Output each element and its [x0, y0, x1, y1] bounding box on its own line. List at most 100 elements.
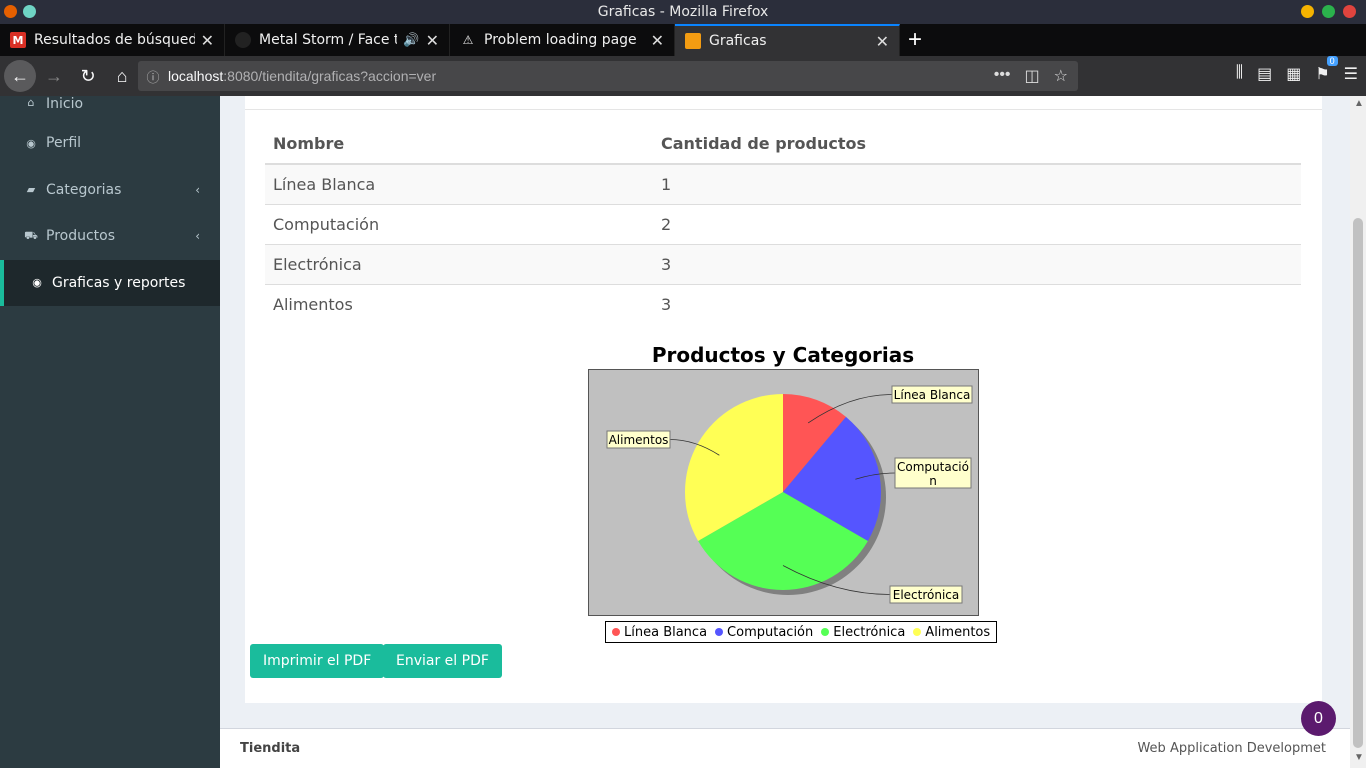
cell-nombre: Electrónica: [265, 243, 653, 284]
report-panel: Nombre Cantidad de productos Línea Blanc…: [245, 110, 1322, 703]
legend-label: Alimentos: [925, 624, 991, 640]
chat-badge[interactable]: 0: [1301, 701, 1336, 736]
table-header-row: Nombre Cantidad de productos: [265, 124, 1301, 165]
book-icon: ▰: [26, 183, 36, 197]
url-host: localhost: [168, 68, 224, 84]
sidebar-toggle-icon[interactable]: ▤: [1257, 64, 1272, 84]
minimize-icon[interactable]: [1301, 5, 1314, 18]
categories-table: Nombre Cantidad de productos Línea Blanc…: [265, 124, 1301, 324]
legend-item: Electrónica: [821, 625, 905, 640]
home-icon: ⌂: [27, 96, 35, 109]
column-header-cantidad: Cantidad de productos: [653, 124, 1301, 165]
maximize-icon[interactable]: [1322, 5, 1335, 18]
legend-label: Computación: [727, 624, 814, 640]
gmail-icon: M: [10, 32, 26, 48]
close-window-icon[interactable]: [1343, 5, 1356, 18]
sidebar-item-label: Productos: [46, 228, 116, 245]
sidebar: ⌂ Inicio ◉ Perfil ▰ Categorias ‹ ⛟ Produ…: [0, 96, 220, 768]
tab-gmail[interactable]: M Resultados de búsqueda - ✕: [0, 24, 225, 56]
url-bar[interactable]: ⓘ localhost:8080/tiendita/graficas?accio…: [138, 61, 1078, 91]
sidebar-item-label: Perfil: [46, 135, 82, 152]
site-favicon: [685, 33, 701, 49]
tab-metal-storm[interactable]: Metal Storm / Face the S 🔊 ✕: [225, 24, 450, 56]
print-pdf-button[interactable]: Imprimir el PDF: [250, 644, 385, 678]
menu-icon[interactable]: ☰: [1344, 64, 1358, 84]
send-pdf-button[interactable]: Enviar el PDF: [383, 644, 502, 678]
chart-title: Productos y Categorias: [651, 343, 915, 367]
window-titlebar: Graficas - Mozilla Firefox: [0, 0, 1366, 24]
tab-strip: M Resultados de búsqueda - ✕ Metal Storm…: [0, 24, 1366, 56]
scroll-up-icon[interactable]: ▲: [1354, 98, 1364, 109]
bookmark-star-icon[interactable]: ☆: [1054, 66, 1068, 86]
reload-button[interactable]: ↻: [72, 60, 104, 92]
legend-swatch: [715, 628, 724, 636]
page-actions-icon[interactable]: •••: [994, 66, 1011, 86]
close-tab-icon[interactable]: ✕: [426, 31, 439, 50]
tab-label: Resultados de búsqueda -: [34, 32, 195, 48]
cell-nombre: Línea Blanca: [265, 163, 653, 204]
sidebar-item-graficas[interactable]: ◉ Graficas y reportes: [0, 259, 220, 306]
column-header-nombre: Nombre: [265, 124, 653, 165]
footer-text: Web Application Developmet: [1137, 741, 1326, 756]
legend-label: Electrónica: [833, 624, 906, 640]
footer: Tiendita Web Application Developmet: [220, 728, 1350, 768]
sidebar-item-label: Graficas y reportes: [52, 274, 186, 291]
cell-nombre: Alimentos: [265, 283, 653, 324]
sidebar-item-label: Categorias: [46, 181, 122, 198]
tab-label: Metal Storm / Face the S: [259, 32, 398, 48]
legend-swatch: [612, 628, 620, 636]
scrollbar-thumb[interactable]: [1353, 218, 1363, 748]
new-tab-button[interactable]: +: [900, 24, 930, 56]
slice-label: Alimentos: [609, 433, 669, 447]
firefox-logo-icon: [4, 5, 17, 18]
extension-icon[interactable]: ▦: [1286, 64, 1301, 84]
url-path: :8080/tiendita/graficas?accion=ver: [223, 68, 437, 84]
table-row: Computación 2: [265, 203, 1301, 244]
notification-count: 0: [1326, 56, 1338, 66]
cell-cantidad: 3: [653, 283, 1301, 324]
close-tab-icon[interactable]: ✕: [876, 32, 889, 51]
tab-graficas[interactable]: Graficas ✕: [675, 24, 900, 56]
pie-chart: Línea Blanca Computación Electrónica Alimen…: [588, 369, 979, 616]
close-tab-icon[interactable]: ✕: [651, 31, 664, 50]
cart-icon: ⛟: [24, 228, 38, 242]
chevron-left-icon: ‹: [195, 182, 200, 197]
speaker-icon[interactable]: 🔊: [403, 33, 419, 48]
forward-button[interactable]: →: [38, 60, 70, 92]
tab-problem-loading[interactable]: ⚠ Problem loading page ✕: [450, 24, 675, 56]
user-circle-icon: ◉: [26, 136, 36, 150]
slice-label: Línea Blanca: [894, 388, 971, 402]
page-scrollbar[interactable]: ▲ ▼: [1350, 96, 1366, 768]
sidebar-item-perfil[interactable]: ◉ Perfil: [0, 120, 220, 167]
back-button[interactable]: ←: [4, 60, 36, 92]
info-icon[interactable]: ⓘ: [138, 67, 168, 86]
navigation-bar: ← → ↻ ⌂ ⓘ localhost:8080/tiendita/grafic…: [0, 56, 1366, 96]
legend-item: Línea Blanca: [612, 625, 707, 640]
notification-icon[interactable]: ⚑ 0: [1315, 56, 1338, 84]
legend-label: Línea Blanca: [624, 624, 708, 640]
panel-header: [245, 96, 1322, 110]
metal-storm-icon: [235, 32, 251, 48]
close-tab-icon[interactable]: ✕: [201, 31, 214, 50]
slice-label: Computació: [897, 460, 969, 474]
cell-cantidad: 2: [653, 203, 1301, 244]
scroll-down-icon[interactable]: ▼: [1354, 752, 1364, 763]
chevron-left-icon: ‹: [195, 229, 200, 244]
slice-label: Electrónica: [893, 588, 960, 602]
library-icon[interactable]: ⫼: [1236, 64, 1243, 84]
tab-label: Graficas: [709, 33, 767, 49]
tab-label: Problem loading page: [484, 32, 637, 48]
pocket-icon[interactable]: ◫: [1025, 66, 1040, 86]
sidebar-item-inicio[interactable]: ⌂ Inicio: [0, 96, 220, 120]
sidebar-item-productos[interactable]: ⛟ Productos ‹: [0, 213, 220, 260]
sidebar-item-label: Inicio: [46, 96, 84, 112]
sidebar-item-categorias[interactable]: ▰ Categorias ‹: [0, 167, 220, 214]
table-row: Línea Blanca 1: [265, 163, 1301, 204]
home-button[interactable]: ⌂: [106, 60, 138, 92]
user-circle-icon: ◉: [32, 276, 42, 290]
legend-item: Alimentos: [913, 625, 990, 640]
chart-legend: Línea Blanca Computación Electrónica Alimen…: [605, 621, 998, 643]
cell-cantidad: 1: [653, 163, 1301, 204]
sticky-icon[interactable]: [23, 5, 36, 18]
legend-item: Computación: [715, 625, 813, 640]
